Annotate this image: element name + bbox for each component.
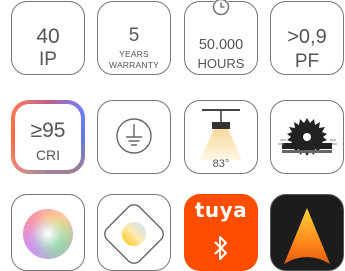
color-wheel-icon — [23, 209, 73, 259]
power-factor-tile: >0,9 PF — [270, 1, 344, 75]
ip-label: IP — [39, 49, 57, 70]
tuya-logo: tuya — [194, 198, 248, 222]
color-temperature-tile — [97, 194, 171, 271]
beam-angle-tile: 83° — [184, 100, 258, 174]
tuya-tile: tuya — [184, 194, 258, 271]
power-factor-label: PF — [294, 51, 320, 72]
earth-ground-tile — [97, 100, 171, 174]
warranty-years-value: 5 — [128, 25, 140, 46]
color-wheel-tile — [11, 194, 85, 271]
warranty-line2: WARRANTY — [109, 60, 159, 70]
bluetooth-icon — [214, 236, 227, 260]
earth-ground-icon — [116, 118, 152, 154]
lifetime-unit: HOURS — [197, 56, 245, 71]
power-factor-value: >0,9 — [287, 26, 327, 48]
lifetime-clock-icon — [212, 0, 230, 16]
cri-label: CRI — [35, 147, 61, 163]
warranty-line1: YEARS — [119, 49, 149, 59]
app-logo-icon — [284, 208, 330, 264]
app-logo-tile — [270, 194, 344, 271]
saw-blade-icon — [278, 118, 337, 156]
color-temperature-icon — [104, 204, 164, 264]
ip-value: 40 — [36, 25, 60, 48]
saw-blade-tile — [270, 100, 344, 174]
warranty-tile: 5 YEARS WARRANTY — [97, 1, 171, 75]
beam-angle-value: 83° — [212, 158, 230, 170]
lifetime-tile: 50.000 HOURS — [184, 0, 258, 75]
lifetime-value: 50.000 — [198, 37, 244, 53]
cri-tile: ≥95 CRI — [11, 100, 85, 174]
ip-rating-tile: 40 IP — [11, 1, 85, 75]
cri-value: ≥95 — [30, 119, 66, 142]
